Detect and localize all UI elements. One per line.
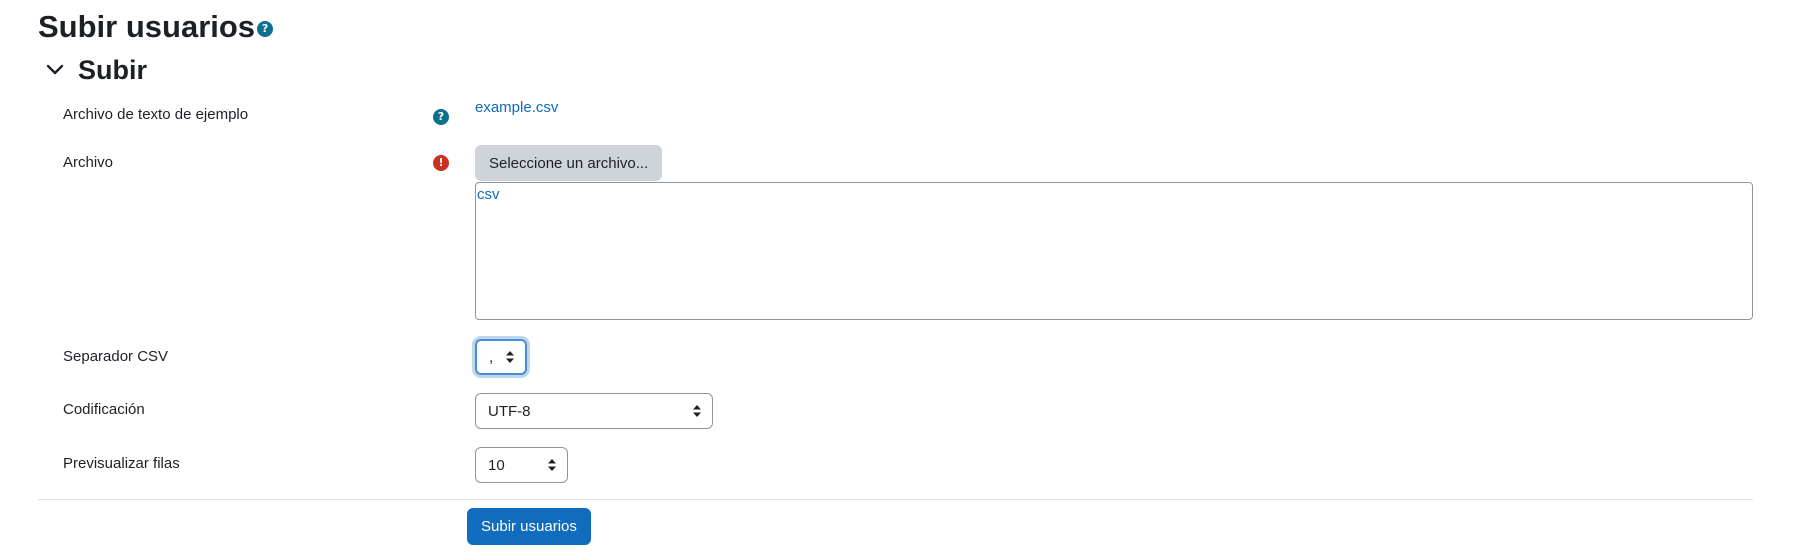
help-icon[interactable]: ? [433,109,449,125]
encoding-label: Codificación [63,401,145,418]
accepted-file-types-link[interactable]: csv [477,185,500,205]
file-drop-area[interactable]: csv [475,182,1753,320]
encoding-select[interactable]: UTF-8 [475,393,713,429]
section-title: Subir [78,55,148,85]
page-header: Subir usuarios ? [38,6,274,48]
select-arrows-icon [693,405,701,417]
form-divider [38,499,1753,500]
help-icon[interactable]: ? [257,21,274,37]
csv-separator-select[interactable]: , [475,339,527,375]
upload-users-page: Subir usuarios ? Subir Archivo de texto … [0,0,1793,554]
file-label: Archivo [63,154,114,171]
exclamation-icon: ! [433,155,449,171]
choose-file-button[interactable]: Seleccione un archivo... [475,145,663,181]
example-csv-link[interactable]: example.csv [475,98,558,118]
preview-rows-label: Previsualizar filas [63,455,180,472]
preview-rows-select[interactable]: 10 [475,447,568,483]
select-arrows-icon [548,459,556,471]
section-toggle[interactable]: Subir [44,50,147,90]
chevron-down-icon[interactable] [44,59,66,81]
example-file-label: Archivo de texto de ejemplo [63,106,249,123]
preview-rows-value: 10 [488,456,505,474]
csv-separator-label: Separador CSV [63,348,169,365]
page-title: Subir usuarios [38,9,256,44]
csv-separator-value: , [489,348,494,366]
example-file-help-icon[interactable]: ? [433,107,449,125]
required-icon: ! [433,153,449,171]
submit-upload-users-button[interactable]: Subir usuarios [467,508,591,545]
encoding-value: UTF-8 [488,402,531,420]
select-arrows-icon [506,351,514,363]
